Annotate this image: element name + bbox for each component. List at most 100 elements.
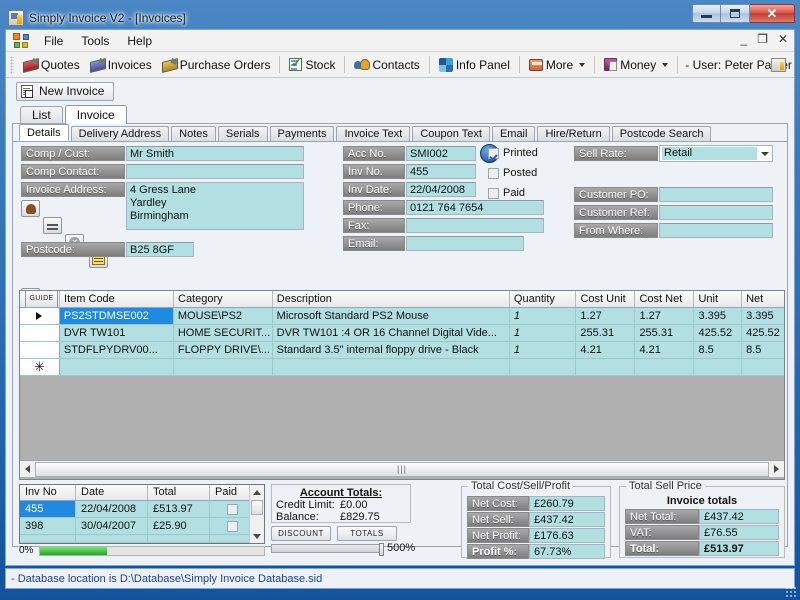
cell-item-code[interactable]	[60, 359, 174, 375]
column-header-unit[interactable]: Unit	[694, 291, 742, 307]
zoom-slider[interactable]	[271, 544, 383, 553]
cell-cost-unit[interactable]	[576, 359, 635, 375]
scrollbar-thumb[interactable]	[251, 500, 263, 515]
checkbox-paid[interactable]: Paid	[488, 187, 525, 199]
phone-field[interactable]: 0121 764 7654	[406, 200, 544, 215]
invoice-address-field[interactable]: 4 Gress Lane Yardley Birmingham	[126, 182, 304, 230]
menu-item-file[interactable]: File	[35, 31, 72, 51]
cell-cost-unit[interactable]: 4.21	[576, 342, 635, 358]
window-minimize-button[interactable]	[692, 4, 721, 23]
column-header-item-code[interactable]: Item Code	[60, 291, 174, 307]
menu-item-help[interactable]: Help	[118, 31, 161, 51]
invoice-list-vertical-scrollbar[interactable]	[249, 485, 264, 543]
cell-unit[interactable]: 3.395	[694, 308, 742, 324]
cell-quantity[interactable]: 1	[510, 342, 577, 358]
inv-no-field[interactable]: 455	[406, 164, 476, 179]
cell-paid-checkbox[interactable]	[210, 501, 250, 517]
cell-unit[interactable]: 425.52	[694, 325, 742, 341]
cell-cost-net[interactable]	[635, 359, 694, 375]
checkbox-printed[interactable]: Printed	[488, 147, 538, 159]
cell-unit[interactable]: 8.5	[694, 342, 742, 358]
table-row[interactable]: STDFLPYDRV00... FLOPPY DRIVE\... Standar…	[20, 342, 784, 359]
email-field[interactable]	[406, 236, 524, 251]
mdi-close-button[interactable]: ✕	[778, 32, 788, 46]
tab-invoice-text[interactable]: Invoice Text	[336, 126, 410, 141]
cell-net[interactable]: 8.5	[742, 342, 784, 358]
toolbar-button-stock[interactable]: Stock	[284, 56, 340, 74]
cell-paid-checkbox[interactable]	[210, 518, 250, 534]
toolbar-button-info-panel[interactable]: Info Panel	[434, 56, 515, 74]
scrollbar-thumb[interactable]: |||	[35, 462, 769, 477]
toolbar-button-purchase-orders[interactable]: Purchase Orders	[157, 56, 276, 74]
cell-category[interactable]: FLOPPY DRIVE\...	[174, 342, 273, 358]
tab-email[interactable]: Email	[492, 126, 536, 141]
cell-quantity[interactable]: 1	[510, 325, 577, 341]
scroll-down-button[interactable]	[250, 529, 264, 543]
comp-contact-field[interactable]	[126, 164, 304, 179]
cell-item-code[interactable]: PS2STDMSE002	[60, 308, 174, 324]
postcode-field[interactable]: B25 8GF	[126, 242, 194, 257]
column-header-description[interactable]: Description	[273, 291, 510, 307]
cell-cost-unit[interactable]: 255.31	[576, 325, 635, 341]
tab-notes[interactable]: Notes	[171, 126, 216, 141]
cell-item-code[interactable]: STDFLPYDRV00...	[60, 342, 174, 358]
customer-ref-field[interactable]	[659, 205, 773, 220]
column-header-net[interactable]: Net	[742, 291, 784, 307]
column-header-cost-net[interactable]: Cost Net	[635, 291, 694, 307]
discount-button[interactable]: DISCOUNT	[271, 526, 331, 541]
cell-quantity[interactable]: 1	[510, 308, 577, 324]
list-item[interactable]: 398 30/04/2007 £25.90	[20, 518, 264, 535]
tab-hire-return[interactable]: Hire/Return	[537, 126, 609, 141]
customer-po-field[interactable]	[659, 187, 773, 202]
cell-total[interactable]: £25.90	[148, 518, 210, 534]
cell-category[interactable]	[174, 359, 273, 375]
column-header-category[interactable]: Category	[174, 291, 273, 307]
list-item[interactable]: 455 22/04/2008 £513.97	[20, 501, 264, 518]
tab-postcode-search[interactable]: Postcode Search	[612, 126, 712, 141]
toolbar-button-more[interactable]: More	[524, 56, 590, 74]
tab-list[interactable]: List	[20, 106, 63, 123]
cell-description[interactable]: Microsoft Standard PS2 Mouse	[273, 308, 510, 324]
cell-cost-net[interactable]: 1.27	[635, 308, 694, 324]
column-header-quantity[interactable]: Quantity	[510, 291, 577, 307]
comp-cust-field[interactable]: Mr Smith	[126, 146, 304, 161]
window-maximize-button[interactable]	[721, 4, 750, 23]
cell-description[interactable]	[273, 359, 510, 375]
tab-payments[interactable]: Payments	[270, 126, 335, 141]
cell-description[interactable]: Standard 3.5" internal floppy drive - Bl…	[273, 342, 510, 358]
cell-cost-net[interactable]: 4.21	[635, 342, 694, 358]
tab-delivery-address[interactable]: Delivery Address	[71, 126, 170, 141]
cell-category[interactable]: HOME SECURIT...	[174, 325, 273, 341]
column-header-date[interactable]: Date	[76, 485, 148, 500]
cell-date[interactable]: 22/04/2008	[76, 501, 148, 517]
checkbox-posted[interactable]: Posted	[488, 167, 537, 179]
toolbar-button-quotes[interactable]: Quotes	[18, 56, 85, 74]
zoom-slider-thumb[interactable]	[379, 543, 384, 556]
table-new-row[interactable]: ✳	[20, 359, 784, 376]
column-header-cost-unit[interactable]: Cost Unit	[576, 291, 635, 307]
cell-net[interactable]: 425.52	[742, 325, 784, 341]
table-row[interactable]: PS2STDMSE002 MOUSE\PS2 Microsoft Standar…	[20, 308, 784, 325]
sell-rate-combobox[interactable]: Retail	[659, 145, 773, 162]
guide-button[interactable]: GUIDE	[20, 291, 60, 307]
scroll-left-button[interactable]	[20, 462, 35, 477]
mdi-restore-button[interactable]: ❐	[757, 32, 768, 46]
toolbar-button-invoices[interactable]: Invoices	[85, 56, 157, 74]
new-invoice-button[interactable]: New Invoice	[16, 82, 114, 101]
tab-invoice[interactable]: Invoice	[65, 105, 127, 124]
cell-category[interactable]: MOUSE\PS2	[174, 308, 273, 324]
scroll-right-button[interactable]	[769, 462, 784, 477]
list-button[interactable]	[43, 217, 62, 234]
toolbar-grip[interactable]	[10, 56, 14, 74]
resize-grip[interactable]	[785, 586, 797, 598]
customer-lookup-button[interactable]	[21, 200, 40, 217]
cell-total[interactable]: £513.97	[148, 501, 210, 517]
grid-horizontal-scrollbar[interactable]: |||	[20, 460, 784, 477]
mdi-minimize-button[interactable]: _	[740, 32, 747, 46]
cell-quantity[interactable]	[510, 359, 577, 375]
cell-unit[interactable]	[694, 359, 742, 375]
tab-details[interactable]: Details	[19, 124, 69, 141]
fax-field[interactable]	[406, 218, 544, 233]
cell-date[interactable]: 30/04/2007	[76, 518, 148, 534]
tab-serials[interactable]: Serials	[218, 126, 268, 141]
